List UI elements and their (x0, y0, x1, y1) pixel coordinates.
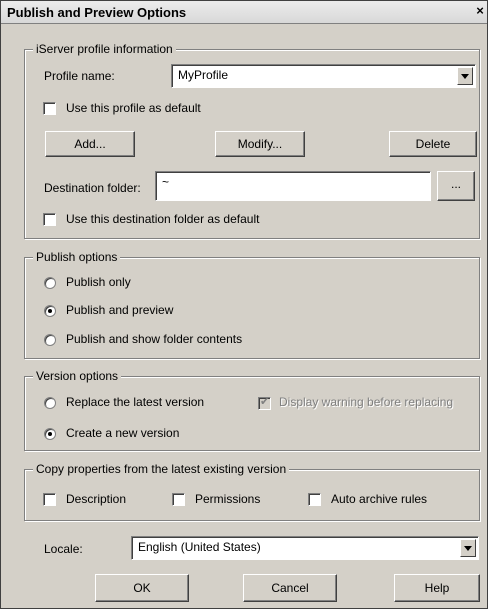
browse-button[interactable]: ... (437, 171, 475, 201)
destination-folder-input[interactable]: ~ (155, 171, 431, 201)
destination-folder-value: ~ (162, 175, 170, 189)
locale-dropdown[interactable]: English (United States) (131, 536, 479, 560)
locale-value: English (United States) (138, 540, 261, 554)
create-new-version-radio[interactable] (44, 428, 56, 440)
title-bar[interactable]: Publish and Preview Options × (1, 1, 487, 24)
description-label: Description (66, 492, 127, 506)
copy-properties-group: Copy properties from the latest existing… (24, 462, 480, 521)
display-warning-label: Display warning before replacing (279, 395, 454, 409)
version-options-group: Version options Replace the latest versi… (24, 369, 480, 451)
profile-name-dropdown[interactable]: MyProfile (171, 64, 476, 88)
close-icon[interactable]: × (473, 3, 487, 19)
use-destination-default-checkbox[interactable] (43, 213, 56, 226)
ok-button[interactable]: OK (95, 574, 189, 602)
use-profile-default-label: Use this profile as default (66, 101, 201, 115)
publish-options-legend: Publish options (33, 250, 121, 264)
description-checkbox[interactable] (43, 493, 56, 506)
version-options-legend: Version options (33, 369, 122, 383)
publish-preview-dialog: Publish and Preview Options × iServer pr… (0, 0, 488, 609)
publish-and-preview-radio[interactable] (44, 305, 56, 317)
publish-and-preview-label: Publish and preview (66, 303, 174, 317)
profile-group: iServer profile information Profile name… (24, 42, 480, 239)
use-destination-default-label: Use this destination folder as default (66, 212, 260, 226)
profile-group-legend: iServer profile information (33, 42, 176, 56)
help-button[interactable]: Help (394, 574, 480, 602)
copy-properties-legend: Copy properties from the latest existing… (33, 462, 290, 476)
profile-name-label: Profile name: (44, 69, 115, 83)
locale-label: Locale: (44, 542, 83, 556)
publish-options-group: Publish options Publish only Publish and… (24, 250, 480, 359)
destination-folder-label: Destination folder: (44, 181, 141, 195)
auto-archive-label: Auto archive rules (331, 492, 428, 506)
checkmark-icon: ✔ (260, 396, 270, 408)
delete-button[interactable]: Delete (389, 131, 477, 157)
dialog-title: Publish and Preview Options (7, 5, 187, 20)
publish-only-radio[interactable] (44, 277, 56, 289)
display-warning-checkbox[interactable]: ✔ (258, 396, 271, 410)
publish-only-label: Publish only (66, 275, 131, 289)
use-profile-default-checkbox[interactable] (43, 102, 56, 115)
replace-latest-label: Replace the latest version (66, 395, 205, 409)
auto-archive-checkbox[interactable] (308, 493, 321, 506)
add-button[interactable]: Add... (45, 131, 135, 157)
permissions-checkbox[interactable] (172, 493, 185, 506)
publish-show-folder-radio[interactable] (44, 334, 56, 346)
permissions-label: Permissions (195, 492, 261, 506)
chevron-down-icon[interactable] (460, 539, 476, 557)
publish-show-folder-label: Publish and show folder contents (66, 332, 243, 346)
create-new-version-label: Create a new version (66, 426, 180, 440)
modify-button[interactable]: Modify... (215, 131, 305, 157)
replace-latest-radio[interactable] (44, 397, 56, 409)
profile-name-value: MyProfile (178, 68, 229, 82)
chevron-down-icon[interactable] (457, 67, 473, 85)
cancel-button[interactable]: Cancel (243, 574, 337, 602)
